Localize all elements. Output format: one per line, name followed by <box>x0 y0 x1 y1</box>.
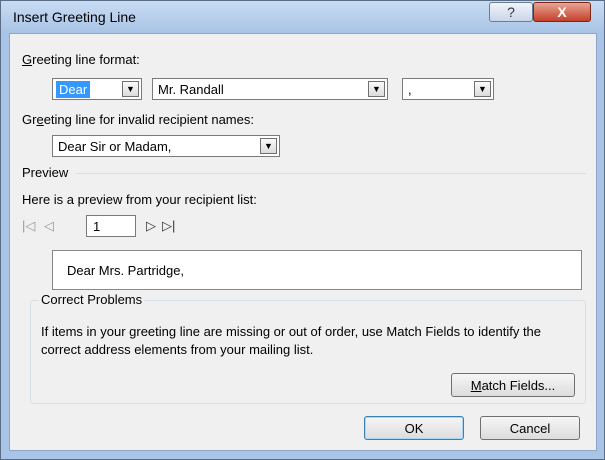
punctuation-value: , <box>408 82 412 97</box>
dialog-body: Greeting line format: Dear ▼ Mr. Randall… <box>9 33 597 451</box>
salutation-value: Dear <box>56 81 91 98</box>
invalid-names-dropdown[interactable]: Dear Sir or Madam, ▼ <box>52 135 280 157</box>
close-icon: X <box>557 4 567 20</box>
record-number-value: 1 <box>93 219 101 234</box>
match-fields-label: Match Fields... <box>470 377 556 393</box>
cancel-label: Cancel <box>509 420 551 436</box>
invalid-names-label: Greeting line for invalid recipient name… <box>22 112 254 127</box>
chevron-down-icon: ▼ <box>260 138 277 154</box>
dialog-window: Insert Greeting Line ? X Greeting line f… <box>0 0 605 460</box>
greeting-format-label: Greeting line format: <box>22 52 140 67</box>
dialog-title: Insert Greeting Line <box>13 9 136 25</box>
salutation-dropdown[interactable]: Dear ▼ <box>52 78 142 100</box>
next-record-icon[interactable]: ▷ <box>146 218 156 234</box>
ok-button[interactable]: OK <box>364 416 464 440</box>
help-button[interactable]: ? <box>489 2 533 22</box>
record-number-input[interactable]: 1 <box>86 215 136 237</box>
help-icon: ? <box>507 4 515 20</box>
correct-problems-description: If items in your greeting line are missi… <box>41 324 542 357</box>
chevron-down-icon: ▼ <box>368 81 385 97</box>
preview-section-label: Preview <box>22 165 69 180</box>
name-format-value: Mr. Randall <box>158 82 224 97</box>
previous-record-icon[interactable]: ◁ <box>44 218 54 234</box>
chevron-down-icon: ▼ <box>122 81 139 97</box>
close-button[interactable]: X <box>533 2 591 22</box>
match-fields-button[interactable]: Match Fields... <box>451 373 575 397</box>
preview-text: Dear Mrs. Partridge, <box>67 263 185 278</box>
name-format-dropdown[interactable]: Mr. Randall ▼ <box>152 78 388 100</box>
title-bar[interactable]: Insert Greeting Line ? X <box>1 1 604 33</box>
preview-divider <box>76 173 586 174</box>
preview-box: Dear Mrs. Partridge, <box>52 250 582 290</box>
first-record-icon[interactable]: |◁ <box>22 218 35 234</box>
cancel-button[interactable]: Cancel <box>480 416 580 440</box>
correct-problems-title: Correct Problems <box>39 292 145 307</box>
chevron-down-icon: ▼ <box>474 81 491 97</box>
preview-description: Here is a preview from your recipient li… <box>22 192 257 207</box>
invalid-names-value: Dear Sir or Madam, <box>58 139 172 154</box>
punctuation-dropdown[interactable]: , ▼ <box>402 78 494 100</box>
correct-problems-group: Correct Problems If items in your greeti… <box>30 292 586 404</box>
last-record-icon[interactable]: ▷| <box>162 218 175 234</box>
ok-label: OK <box>404 420 424 436</box>
